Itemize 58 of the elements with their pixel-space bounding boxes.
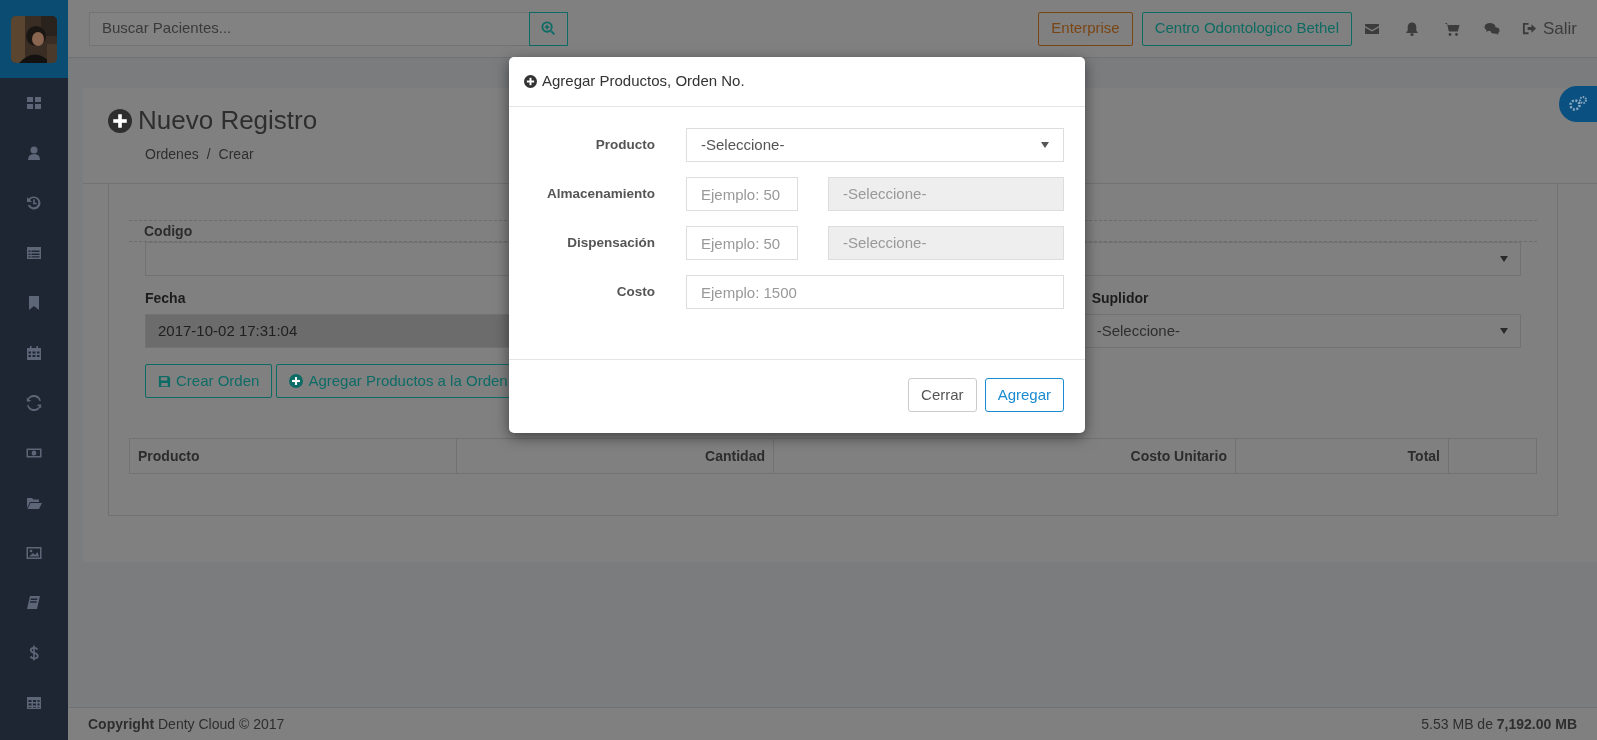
settings-button[interactable] bbox=[1559, 86, 1597, 122]
input-field[interactable]: Ejemplo: 50 bbox=[686, 177, 798, 211]
table-icon[interactable] bbox=[26, 695, 42, 711]
storage-usage: 5.53 MB de 7,192.00 MB bbox=[1421, 714, 1577, 734]
logout-button[interactable]: Salir bbox=[1522, 15, 1577, 42]
calendar-icon[interactable] bbox=[26, 345, 42, 361]
image-icon[interactable] bbox=[26, 545, 42, 561]
zoom-in-icon bbox=[541, 21, 556, 36]
copyright-text: Copyright Denty Cloud © 2017 bbox=[88, 714, 285, 734]
field-label: Costo bbox=[615, 282, 655, 301]
field-label: Dispensación bbox=[566, 233, 655, 252]
dashboard-icon[interactable] bbox=[26, 95, 42, 111]
select-field[interactable]: -Seleccione- bbox=[1083, 314, 1521, 348]
caret-icon bbox=[1500, 328, 1508, 334]
breadcrumb-link[interactable]: Crear bbox=[218, 144, 254, 166]
refresh-icon[interactable] bbox=[26, 395, 42, 411]
field-label: Almacenamiento bbox=[545, 184, 655, 203]
close-button[interactable]: Cerrar bbox=[908, 378, 977, 412]
folder-icon[interactable] bbox=[26, 495, 42, 511]
book-icon[interactable] bbox=[26, 595, 42, 611]
input-field[interactable]: Ejemplo: 50 bbox=[686, 226, 798, 260]
breadcrumb-divider: / bbox=[206, 145, 211, 165]
bell-icon[interactable] bbox=[1404, 20, 1420, 37]
history-icon[interactable] bbox=[26, 195, 42, 211]
input-field[interactable]: Ejemplo: 1500 bbox=[686, 275, 1064, 309]
field-value: 2017-10-02 17:31:04 bbox=[158, 320, 298, 341]
column-header: Total bbox=[1236, 439, 1449, 473]
plus-circle-icon bbox=[108, 108, 132, 133]
plan-button[interactable]: Enterprise bbox=[1038, 11, 1133, 46]
plan-button[interactable]: Centro Odontologico Bethel bbox=[1141, 11, 1352, 46]
breadcrumb-link[interactable]: Ordenes bbox=[145, 144, 199, 166]
create-order-button[interactable]: Crear Orden bbox=[145, 364, 273, 398]
sign-out-icon bbox=[1522, 21, 1537, 36]
field-label: Suplidor bbox=[1091, 289, 1149, 308]
page-title: Nuevo Registro bbox=[138, 105, 318, 137]
search-field[interactable]: Buscar Pacientes... bbox=[89, 11, 529, 46]
caret-icon bbox=[1500, 256, 1508, 262]
select-field[interactable]: -Seleccione- bbox=[686, 128, 1064, 162]
plus-circle-icon bbox=[289, 374, 304, 388]
caret-icon bbox=[1041, 142, 1049, 148]
add-button[interactable]: Agregar bbox=[984, 378, 1064, 412]
field-label: Fecha bbox=[145, 289, 186, 308]
field-value: -Seleccione- bbox=[1096, 320, 1181, 341]
field-label: Producto bbox=[594, 135, 655, 154]
cart-icon[interactable] bbox=[1444, 20, 1460, 37]
search-button[interactable] bbox=[529, 11, 568, 46]
field-label: Codigo bbox=[144, 223, 193, 239]
save-icon bbox=[158, 374, 171, 388]
column-header: Costo Unitario bbox=[774, 439, 1236, 473]
column-header: Cantidad bbox=[457, 439, 774, 473]
chat-icon[interactable] bbox=[1484, 20, 1500, 37]
column-header: Producto bbox=[130, 439, 457, 473]
user-icon[interactable] bbox=[26, 145, 42, 161]
list-icon[interactable] bbox=[26, 245, 42, 261]
modal-title: Agregar Productos, Orden No. bbox=[542, 71, 745, 92]
bookmark-icon[interactable] bbox=[26, 295, 42, 311]
gears-icon bbox=[1568, 95, 1588, 113]
plus-circle-icon bbox=[524, 75, 537, 88]
